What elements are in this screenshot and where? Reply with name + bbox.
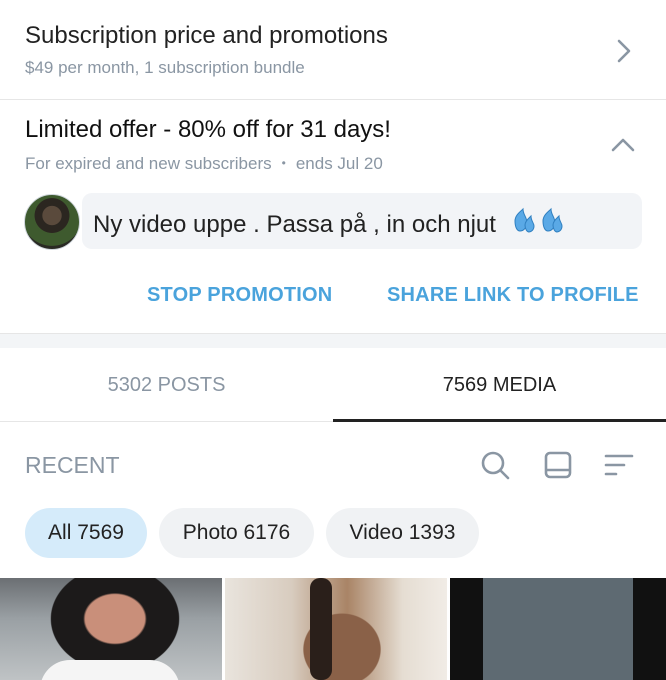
thumbnail-image [483,578,633,680]
promotion-message: Ny video uppe . Passa på , in och njut [93,207,567,239]
chevron-right-icon[interactable] [616,38,632,64]
thumbnail-image [265,578,405,680]
filter-video-chip[interactable]: Video 1393 [326,508,479,558]
chevron-up-icon[interactable] [610,136,636,154]
promotion-message-bubble: Ny video uppe . Passa på , in och njut [82,193,642,249]
share-link-button[interactable]: SHARE LINK TO PROFILE [387,284,639,307]
search-icon[interactable] [480,450,510,480]
stop-promotion-button[interactable]: STOP PROMOTION [147,284,332,307]
active-tab-indicator [333,419,666,422]
thumbnail-image-detail [40,660,180,680]
avatar [24,194,80,250]
promotion-end-date: ends Jul 20 [295,154,383,173]
tab-media[interactable]: 7569 MEDIA [333,348,666,422]
promotion-meta: For expired and new subscribers • ends Jul… [25,154,383,174]
promotion-title: Limited offer - 80% off for 31 days! [25,116,391,143]
media-grid [0,578,666,680]
promotion-message-text: Ny video uppe . Passa på , in och njut [93,211,496,238]
subscription-subtitle: $49 per month, 1 subscription bundle [25,58,305,77]
media-thumbnail[interactable] [225,578,447,680]
content-tabs: 5302 POSTS 7569 MEDIA [0,348,666,422]
sort-icon[interactable] [604,450,634,480]
layout-icon[interactable] [543,450,573,480]
media-thumbnail[interactable] [450,578,666,680]
tab-posts[interactable]: 5302 POSTS [0,348,333,422]
section-divider [0,334,666,348]
recent-toolbar: RECENT [0,440,666,490]
thumbnail-image-detail [310,578,332,680]
separator-dot: • [281,156,286,170]
subscription-title: Subscription price and promotions [25,22,388,49]
media-filter-chips: All 7569 Photo 6176 Video 1393 [0,508,666,558]
filter-all-chip[interactable]: All 7569 [25,508,147,558]
sweat-droplets-icon [514,207,563,233]
recent-label: RECENT [25,452,120,478]
media-thumbnail[interactable] [0,578,222,680]
subscription-section[interactable]: Subscription price and promotions $49 pe… [0,0,666,100]
promotion-section: Limited offer - 80% off for 31 days! For… [0,100,666,334]
promotion-audience: For expired and new subscribers [25,154,272,173]
filter-photo-chip[interactable]: Photo 6176 [159,508,314,558]
